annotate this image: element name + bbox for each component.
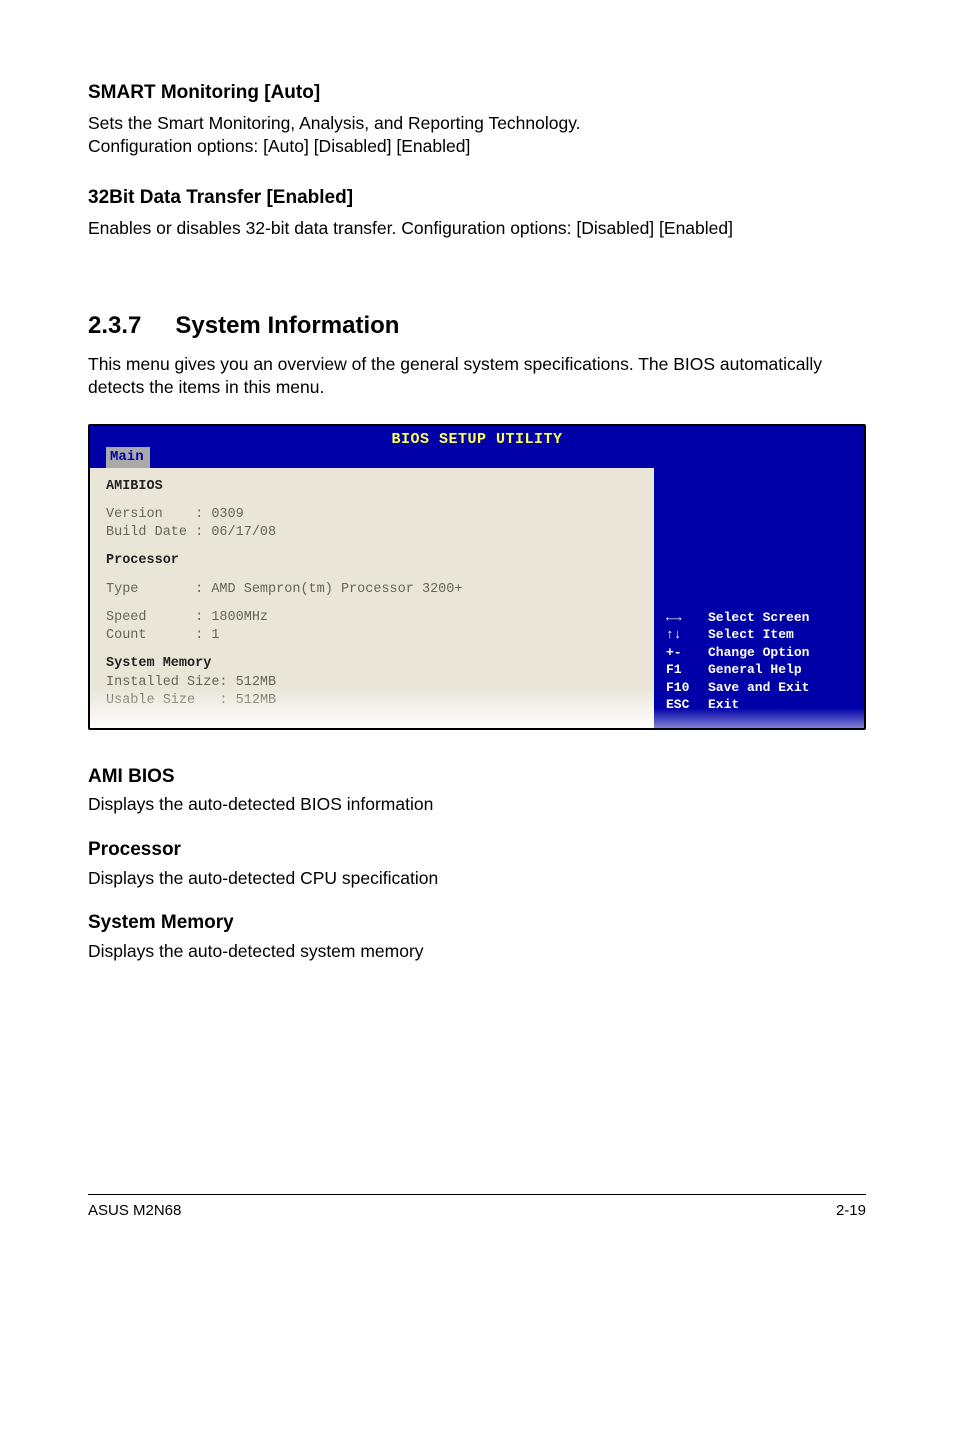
bios-header: BIOS SETUP UTILITY Main	[90, 426, 864, 468]
heading-system-memory: System Memory	[88, 910, 866, 936]
bios-label-processor: Processor	[106, 553, 179, 568]
bios-row: Installed Size: 512MB	[106, 674, 638, 692]
bios-tab-main: Main	[106, 447, 150, 468]
bios-left-panel: AMIBIOS Version : 0309 Build Date : 06/1…	[90, 468, 654, 728]
heading-smart-monitoring: SMART Monitoring [Auto]	[88, 80, 866, 106]
paragraph: Displays the auto-detected BIOS informat…	[88, 793, 866, 817]
bios-label-system-memory: System Memory	[106, 656, 211, 671]
bios-help-row: ←→Select Screen	[666, 609, 852, 627]
paragraph: Enables or disables 32-bit data transfer…	[88, 217, 866, 241]
bios-row: Usable Size : 512MB	[106, 692, 638, 710]
paragraph: Displays the auto-detected CPU specifica…	[88, 867, 866, 891]
paragraph: Configuration options: [Auto] [Disabled]…	[88, 135, 866, 159]
bios-help-row: ESCExit	[666, 696, 852, 714]
bios-help-row: ↑↓Select Item	[666, 626, 852, 644]
bios-body: AMIBIOS Version : 0309 Build Date : 06/1…	[90, 468, 864, 728]
bios-row: Speed : 1800MHz	[106, 609, 638, 627]
heading-32bit-transfer: 32Bit Data Transfer [Enabled]	[88, 185, 866, 211]
bios-help-row: +-Change Option	[666, 644, 852, 662]
paragraph: Displays the auto-detected system memory	[88, 940, 866, 964]
paragraph: Sets the Smart Monitoring, Analysis, and…	[88, 112, 866, 136]
paragraph: This menu gives you an overview of the g…	[88, 353, 866, 400]
bios-row: Version : 0309	[106, 506, 638, 524]
bios-label-amibios: AMIBIOS	[106, 479, 163, 494]
footer-page-number: 2-19	[836, 1201, 866, 1221]
bios-row: Type : AMD Sempron(tm) Processor 3200+	[106, 581, 638, 599]
footer-model: ASUS M2N68	[88, 1201, 181, 1221]
section-number: 2.3.7	[88, 310, 141, 342]
bios-help-row: F10Save and Exit	[666, 679, 852, 697]
bios-row: Count : 1	[106, 627, 638, 645]
bios-row: Build Date : 06/17/08	[106, 524, 638, 542]
heading-ami-bios: AMI BIOS	[88, 764, 866, 790]
heading-system-information: 2.3.7 System Information	[88, 310, 866, 342]
bios-setup-utility-screenshot: BIOS SETUP UTILITY Main AMIBIOS Version …	[88, 424, 866, 730]
bios-header-title: BIOS SETUP UTILITY	[90, 428, 864, 450]
section-title-text: System Information	[175, 312, 399, 339]
bios-help-row: F1General Help	[666, 661, 852, 679]
heading-processor: Processor	[88, 837, 866, 863]
page-footer: ASUS M2N68 2-19	[88, 1194, 866, 1221]
bios-help-panel: ←→Select Screen ↑↓Select Item +-Change O…	[654, 468, 864, 728]
